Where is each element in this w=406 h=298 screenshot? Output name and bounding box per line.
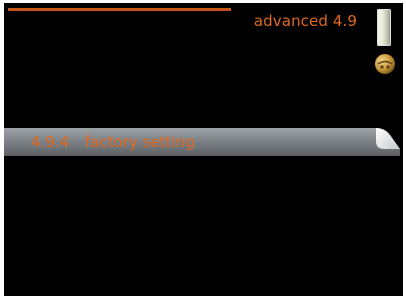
control-knob-icon [375, 54, 395, 74]
display-screen: advanced 4.9 4.9.4 factory setting [4, 3, 403, 296]
menu-item-number: 4.9.4 [31, 133, 70, 151]
menu-title: advanced 4.9 [253, 12, 357, 30]
header-accent-line [8, 8, 231, 11]
scroll-indicator [377, 9, 391, 46]
menu-item-label: factory setting [85, 133, 195, 151]
